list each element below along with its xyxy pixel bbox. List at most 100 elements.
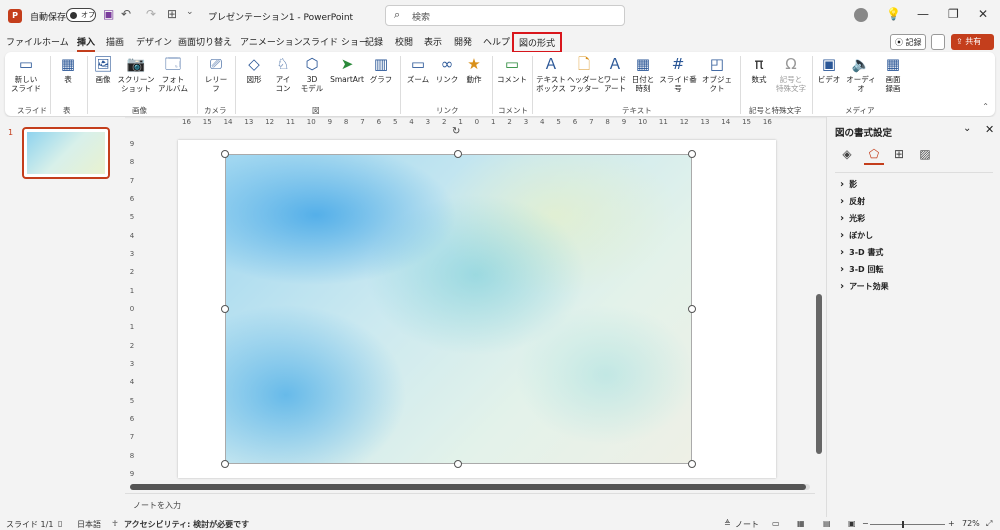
close-icon[interactable]: ✕ xyxy=(978,7,988,21)
table-button[interactable]: ▦ 表 xyxy=(55,52,81,84)
tab-insert[interactable]: 挿入 xyxy=(77,35,96,52)
zoom-level[interactable]: 72% xyxy=(962,519,980,528)
screenshot-button[interactable]: 📷 スクリーン ショット xyxy=(117,52,155,93)
close-icon[interactable]: ✕ xyxy=(985,123,994,136)
shapes-button[interactable]: ◇ 図形 xyxy=(239,52,269,84)
tab-design[interactable]: デザイン xyxy=(136,35,172,48)
picture-tab-icon[interactable]: ▨ xyxy=(915,147,935,165)
3d-models-button[interactable]: ⬡ 3D モデル xyxy=(297,52,327,93)
fill-line-tab-icon[interactable]: ◈ xyxy=(837,147,857,165)
zoom-out-icon[interactable]: − xyxy=(862,519,869,528)
tab-record[interactable]: 記録 xyxy=(365,35,383,48)
image-button[interactable]: 🖼 画像 xyxy=(91,52,115,84)
customize-qat-icon[interactable]: ⌄ xyxy=(186,7,194,17)
tab-transitions[interactable]: 画面切り替え xyxy=(178,35,232,48)
rotate-handle-icon[interactable]: ↻ xyxy=(452,126,460,137)
accessibility-status[interactable]: アクセシビリティ: 検討が必要です xyxy=(124,519,249,530)
restore-icon[interactable]: ❐ xyxy=(948,7,959,21)
video-button[interactable]: ▣ ビデオ xyxy=(815,52,843,84)
section-reflection[interactable]: 反射 xyxy=(840,196,865,207)
tab-slideshow[interactable]: スライド ショー xyxy=(302,35,368,48)
audio-button[interactable]: 🔈 オーディオ xyxy=(843,52,879,93)
record-button[interactable]: ⦿ 記録 xyxy=(890,34,926,50)
tab-developer[interactable]: 開発 xyxy=(454,35,472,48)
slideshow-icon[interactable]: ▣ xyxy=(848,519,856,528)
lightbulb-icon[interactable]: 💡 xyxy=(886,7,901,21)
chart-button[interactable]: ▥ グラフ xyxy=(367,52,395,84)
slide-thumbnail[interactable] xyxy=(22,127,110,179)
screen-recording-button[interactable]: ▦ 画面 録画 xyxy=(879,52,907,93)
section-soft-edges[interactable]: ぼかし xyxy=(840,230,873,241)
resize-handle[interactable] xyxy=(454,460,462,468)
presentation-start-icon[interactable]: ⊞ xyxy=(167,7,177,21)
fit-slide-icon[interactable]: ⤢ xyxy=(986,519,992,529)
share-button[interactable]: ⇪ 共有 xyxy=(951,34,994,50)
section-artistic-effects[interactable]: アート効果 xyxy=(840,281,889,292)
vertical-scrollbar[interactable] xyxy=(816,119,822,479)
slide-sorter-icon[interactable]: ▦ xyxy=(797,519,805,528)
save-icon[interactable]: ▣ xyxy=(103,7,114,21)
size-properties-tab-icon[interactable]: ⊞ xyxy=(889,147,909,165)
resize-handle[interactable] xyxy=(221,150,229,158)
slide-number-button[interactable]: # スライド番号 xyxy=(657,52,699,93)
resize-handle[interactable] xyxy=(221,305,229,313)
zoom-in-icon[interactable]: + xyxy=(948,519,955,528)
separator xyxy=(197,56,198,114)
notes-icon[interactable]: ≜ xyxy=(724,519,731,528)
comments-button[interactable] xyxy=(931,34,945,50)
section-3d-format[interactable]: 3-D 書式 xyxy=(840,247,883,258)
icons-button[interactable]: ♘ アイ コン xyxy=(269,52,297,93)
textbox-button[interactable]: Ａ テキスト ボックス xyxy=(535,52,567,93)
tab-animations[interactable]: アニメーション xyxy=(240,35,303,48)
resize-handle[interactable] xyxy=(454,150,462,158)
watercolor-picture[interactable] xyxy=(225,154,692,464)
undo-icon[interactable]: ↶ xyxy=(121,7,131,21)
spell-check-icon[interactable]: ▯ xyxy=(58,519,62,528)
smartart-button[interactable]: ➤ SmartArt xyxy=(327,52,367,84)
normal-view-icon[interactable]: ▭ xyxy=(772,519,780,528)
notes-button[interactable]: ノート xyxy=(735,519,759,530)
tab-review[interactable]: 校閲 xyxy=(395,35,413,48)
account-avatar[interactable] xyxy=(854,8,868,22)
scrollbar-thumb[interactable] xyxy=(130,484,806,490)
object-button[interactable]: ◰ オブジェクト xyxy=(699,52,735,93)
equation-button[interactable]: π 数式 xyxy=(743,52,775,84)
link-button[interactable]: ∞ リンク xyxy=(433,52,461,84)
tab-draw[interactable]: 描画 xyxy=(106,35,124,48)
horizontal-scrollbar[interactable] xyxy=(130,484,810,490)
action-button[interactable]: ★ 動作 xyxy=(461,52,487,84)
reading-view-icon[interactable]: ▤ xyxy=(823,519,831,528)
tab-view[interactable]: 表示 xyxy=(424,35,442,48)
comment-button[interactable]: ▭ コメント xyxy=(495,52,529,84)
chevron-down-icon[interactable]: ⌄ xyxy=(963,123,971,134)
header-footer-button[interactable]: 🗋 ヘッダーと フッター xyxy=(567,52,605,93)
section-glow[interactable]: 光彩 xyxy=(840,213,865,224)
language[interactable]: 日本語 xyxy=(77,519,101,530)
tab-file[interactable]: ファイル xyxy=(6,35,42,48)
photo-album-button[interactable]: 🗔 フォト アルバム xyxy=(155,52,191,93)
resize-handle[interactable] xyxy=(688,460,696,468)
resize-handle[interactable] xyxy=(688,305,696,313)
tab-help[interactable]: ヘルプ xyxy=(483,35,510,48)
section-3d-rotation[interactable]: 3-D 回転 xyxy=(840,264,883,275)
scrollbar-thumb[interactable] xyxy=(816,294,822,454)
effects-tab-icon[interactable]: ⬠ xyxy=(864,147,884,165)
section-shadow[interactable]: 影 xyxy=(840,179,857,190)
search-box[interactable]: ⌕ 検索 xyxy=(385,5,625,26)
resize-handle[interactable] xyxy=(221,460,229,468)
datetime-button[interactable]: ▦ 日付と 時刻 xyxy=(629,52,657,93)
new-slide-button[interactable]: ▭ 新しい スライド xyxy=(9,52,43,93)
zoom-button[interactable]: ▭ ズーム xyxy=(403,52,433,84)
autosave-toggle[interactable]: オフ xyxy=(66,8,96,22)
collapse-ribbon-icon[interactable]: ⌃ xyxy=(982,102,989,111)
redo-icon[interactable]: ↷ xyxy=(146,7,156,21)
wordart-button[interactable]: Ａ ワード アート xyxy=(601,52,629,93)
resize-handle[interactable] xyxy=(688,150,696,158)
symbol-button[interactable]: Ω 記号と 特殊文字 xyxy=(775,52,807,93)
minimize-icon[interactable]: — xyxy=(917,7,929,21)
cameo-button[interactable]: ⎚ レリー フ xyxy=(201,52,231,93)
tab-home[interactable]: ホーム xyxy=(42,35,69,48)
notes-area[interactable]: ノートを入力 xyxy=(125,493,815,516)
tab-picture-format[interactable]: 図の形式 xyxy=(512,32,563,53)
zoom-slider[interactable] xyxy=(870,521,945,528)
